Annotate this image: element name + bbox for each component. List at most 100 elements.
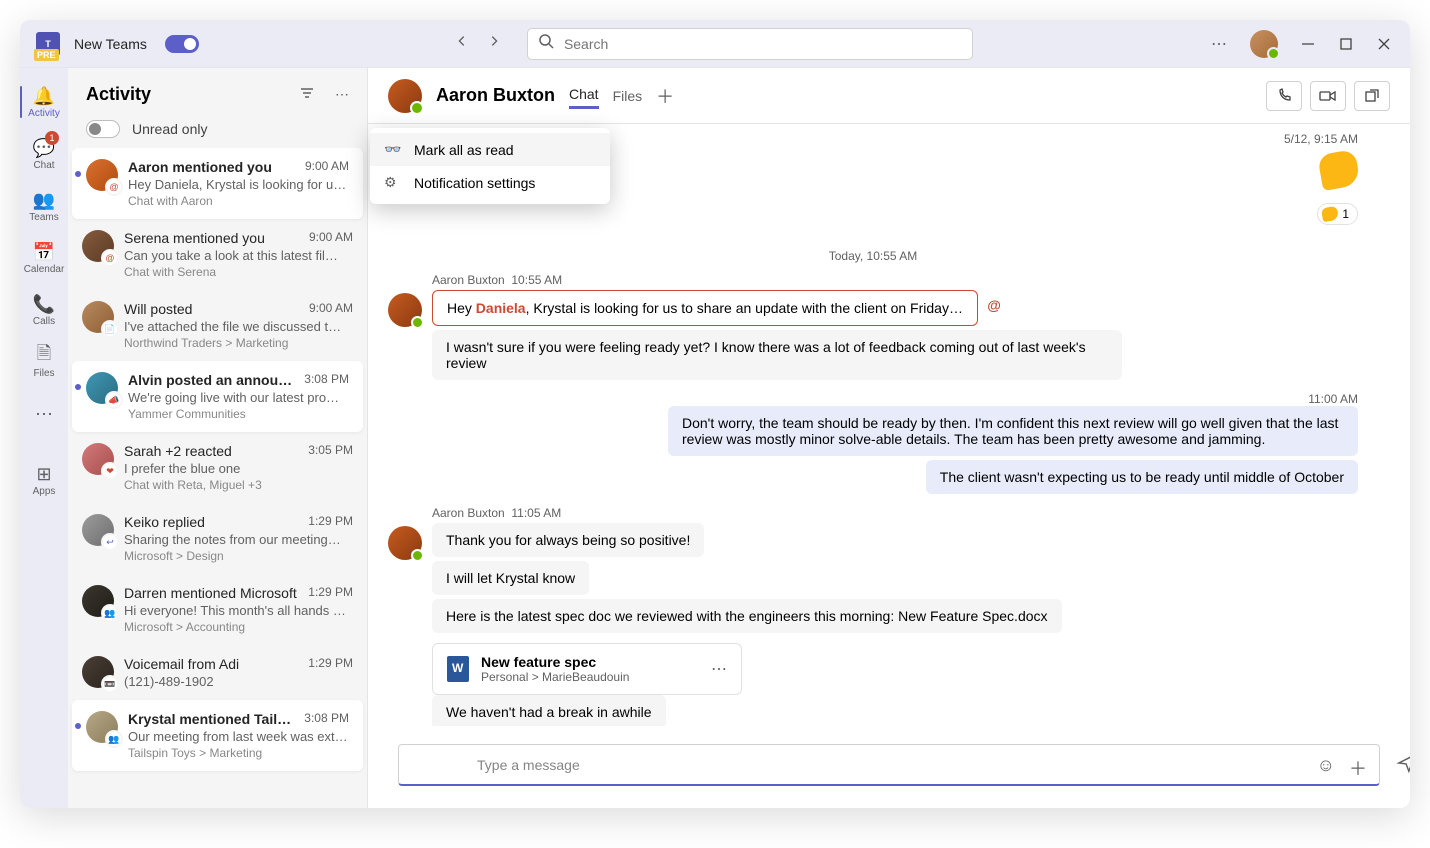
context-menu-item[interactable]: 👓 Mark all as read xyxy=(370,133,610,166)
settings-more-icon[interactable]: ⋯ xyxy=(1211,34,1228,54)
activity-item[interactable]: 👥Krystal mentioned Tailspin Toys3:08 PMO… xyxy=(72,700,363,771)
message-meta: Aaron Buxton 10:55 AM xyxy=(432,273,1358,287)
activity-title: Serena mentioned you xyxy=(124,230,265,246)
activity-badge-icon: 📼 xyxy=(103,677,117,691)
tab-chat[interactable]: Chat xyxy=(569,82,599,109)
rail-item-calls[interactable]: 📞Calls xyxy=(20,284,68,336)
message-bubble-mention[interactable]: Hey Daniela, Krystal is looking for us t… xyxy=(432,290,978,326)
search-input[interactable] xyxy=(564,36,962,52)
activity-time: 9:00 AM xyxy=(309,230,353,246)
activity-sublabel: Microsoft > Design xyxy=(124,549,353,563)
nav-back-icon[interactable] xyxy=(455,34,469,53)
activity-time: 9:00 AM xyxy=(305,159,349,175)
activity-avatar: 📼 xyxy=(82,656,114,688)
activity-title: Krystal mentioned Tailspin Toys xyxy=(128,711,298,727)
message-bubble[interactable]: Here is the latest spec doc we reviewed … xyxy=(432,599,1062,633)
activity-item[interactable]: 👥Darren mentioned Microsoft1:29 PMHi eve… xyxy=(68,574,367,645)
menu-label: Mark all as read xyxy=(414,142,514,158)
activity-preview: Hi everyone! This month's all hands … xyxy=(124,603,353,618)
mention-at-icon: @ xyxy=(987,297,1001,313)
activity-badge-icon: @ xyxy=(103,251,117,265)
rail-item-files[interactable]: 🗎Files xyxy=(20,336,68,388)
tab-files[interactable]: Files xyxy=(613,84,643,108)
message-group: Aaron Buxton 10:55 AM Hey Daniela, Krysta… xyxy=(388,273,1358,384)
rail-item-chat[interactable]: 💬Chat1 xyxy=(20,128,68,180)
app-rail: 🔔Activity💬Chat1👥Teams📅Calendar📞Calls🗎Fil… xyxy=(20,68,68,808)
menu-icon: 👓 xyxy=(384,141,402,158)
window-close-icon[interactable] xyxy=(1376,36,1392,52)
message-group-mine: Don't worry, the team should be ready by… xyxy=(388,406,1358,498)
more-icon: ⋯ xyxy=(35,403,53,425)
compose-placeholder: Type a message xyxy=(477,757,580,773)
activity-sublabel: Microsoft > Accounting xyxy=(124,620,353,634)
compose-add-icon[interactable]: ＋ xyxy=(1349,755,1367,781)
activity-sublabel: Northwind Traders > Marketing xyxy=(124,336,353,350)
unread-only-toggle[interactable] xyxy=(86,120,120,138)
activity-preview: I've attached the file we discussed t… xyxy=(124,319,353,334)
filter-icon[interactable] xyxy=(299,85,315,104)
rail-item-more[interactable]: ⋯ xyxy=(20,388,68,440)
rail-item-calendar[interactable]: 📅Calendar xyxy=(20,232,68,284)
app-name: New Teams xyxy=(74,36,147,52)
activity-item[interactable]: ↩Keiko replied1:29 PMSharing the notes f… xyxy=(68,503,367,574)
teams-icon: 👥 xyxy=(33,189,55,211)
activity-time: 3:05 PM xyxy=(308,443,353,459)
rail-item-teams[interactable]: 👥Teams xyxy=(20,180,68,232)
activity-title: Sarah +2 reacted xyxy=(124,443,232,459)
activity-list-pane: Activity ⋯ Unread only @Aaron mentioned … xyxy=(68,68,368,808)
user-avatar[interactable] xyxy=(1250,30,1278,58)
file-attachment-card[interactable]: New feature specPersonal > MarieBeaudoui… xyxy=(432,643,742,695)
sender-avatar xyxy=(388,293,422,327)
message-bubble[interactable]: I wasn't sure if you were feeling ready … xyxy=(432,330,1122,380)
window-minimize-icon[interactable] xyxy=(1300,36,1316,52)
activity-sublabel: Yammer Communities xyxy=(128,407,349,421)
titlebar: TPRE New Teams ⋯ xyxy=(20,20,1410,68)
chat-peer-name: Aaron Buxton xyxy=(436,85,555,106)
message-bubble[interactable]: The client wasn't expecting us to be rea… xyxy=(926,460,1358,494)
video-call-button[interactable] xyxy=(1310,81,1346,111)
file-more-icon[interactable]: ⋯ xyxy=(711,659,727,679)
activity-avatar: 👥 xyxy=(82,585,114,617)
activity-context-menu: 👓 Mark all as read ⚙Notification settings xyxy=(370,128,610,204)
activity-time: 1:29 PM xyxy=(308,514,353,530)
activity-item[interactable]: 📄Will posted9:00 AMI've attached the fil… xyxy=(68,290,367,361)
activity-avatar: 👥 xyxy=(86,711,118,743)
activity-avatar: @ xyxy=(86,159,118,191)
activity-item[interactable]: @Aaron mentioned you9:00 AMHey Daniela, … xyxy=(72,148,363,219)
sender-avatar xyxy=(388,526,422,560)
pop-out-button[interactable] xyxy=(1354,81,1390,111)
calls-icon: 📞 xyxy=(33,293,55,315)
context-menu-item[interactable]: ⚙Notification settings xyxy=(370,166,610,199)
add-tab-icon[interactable]: ＋ xyxy=(656,83,674,109)
window-maximize-icon[interactable] xyxy=(1338,36,1354,52)
rail-badge: 1 xyxy=(45,131,59,145)
message-bubble[interactable]: Don't worry, the team should be ready by… xyxy=(668,406,1358,456)
activity-item[interactable]: ❤Sarah +2 reacted3:05 PMI prefer the blu… xyxy=(68,432,367,503)
chat-peer-avatar xyxy=(388,79,422,113)
emoji-picker-icon[interactable]: ☺ xyxy=(1317,755,1335,776)
activity-preview: Sharing the notes from our meeting… xyxy=(124,532,353,547)
audio-call-button[interactable] xyxy=(1266,81,1302,111)
activity-preview: I prefer the blue one xyxy=(124,461,353,476)
nav-forward-icon[interactable] xyxy=(487,34,501,53)
reaction-count-pill[interactable]: 1 xyxy=(1317,203,1358,225)
activity-item[interactable]: 📼Voicemail from Adi1:29 PM(121)-489-1902 xyxy=(68,645,367,700)
search-bar[interactable] xyxy=(527,28,973,60)
menu-icon: ⚙ xyxy=(384,174,402,191)
new-teams-toggle[interactable] xyxy=(165,35,199,53)
activity-preview: (121)-489-1902 xyxy=(124,674,353,689)
list-more-icon[interactable]: ⋯ xyxy=(335,86,349,103)
compose-input[interactable]: Type a message ☺ ＋ xyxy=(398,744,1380,786)
message-bubble[interactable]: We haven't had a break in awhile xyxy=(432,695,666,726)
activity-item[interactable]: @Serena mentioned you9:00 AMCan you take… xyxy=(68,219,367,290)
activity-avatar: 📣 xyxy=(86,372,118,404)
activity-item[interactable]: 📣Alvin posted an announcement3:08 PMWe'r… xyxy=(72,361,363,432)
message-bubble[interactable]: Thank you for always being so positive! xyxy=(432,523,704,557)
activity-sublabel: Chat with Aaron xyxy=(128,194,349,208)
word-doc-icon xyxy=(447,656,469,682)
message-bubble[interactable]: I will let Krystal know xyxy=(432,561,589,595)
rail-item-apps[interactable]: ⊞Apps xyxy=(20,454,68,506)
files-icon: 🗎 xyxy=(37,345,51,367)
send-icon[interactable] xyxy=(1396,752,1410,779)
rail-item-activity[interactable]: 🔔Activity xyxy=(20,76,68,128)
